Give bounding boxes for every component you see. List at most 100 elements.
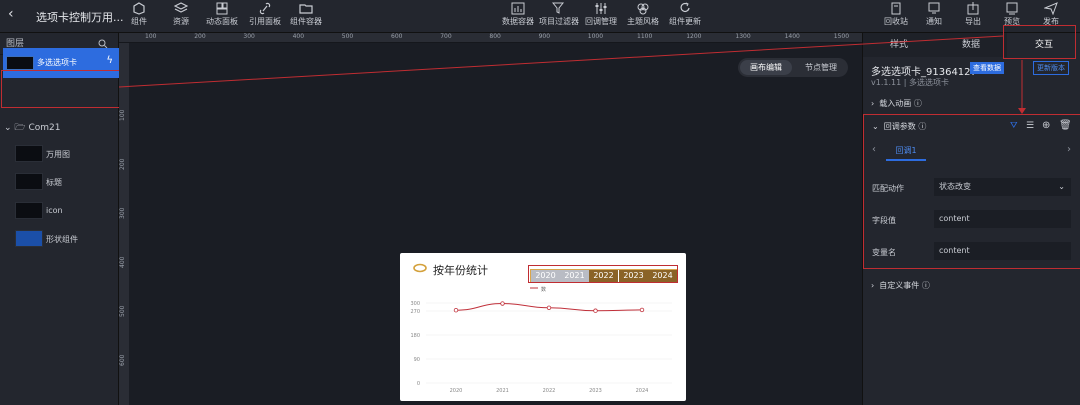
highlight-box [528,265,678,283]
ruler-tick-label: 400 [119,256,126,268]
layer-item[interactable]: 形状组件 [15,230,115,248]
tab-callback-1[interactable]: 回调1 [886,144,926,161]
ruler-tick-label: 1500 [833,33,850,40]
swirl-icon [413,263,427,273]
action-select[interactable]: 状态改变 ⌄ [934,178,1071,196]
toolbar-data-container-button[interactable]: 数据容器 [496,2,540,30]
help-icon[interactable]: ⓘ [922,281,930,290]
toolbar-callback-button[interactable]: 回调管理 [579,2,623,30]
section-label: 载入动画 [879,99,912,108]
chevron-down-icon: ⌄ [1058,182,1065,191]
add-icon[interactable]: ⊕ [1042,120,1050,131]
chevron-down-icon: ⌄ [872,122,879,131]
export-icon [967,2,979,15]
layer-item[interactable]: icon [15,202,115,220]
layer-item-label: icon [46,206,63,215]
y-tick-label: 300 [410,301,420,307]
app-title: 选项卡控制万用... [36,11,124,24]
canvas-edit-tab[interactable]: 画布编辑 [740,60,792,75]
component-icon [133,2,145,15]
data-point [593,308,598,313]
ruler-tick-label: 500 [119,305,126,317]
toolbar-resources-button[interactable]: 资源 [159,2,203,30]
layer-item-label: 形状组件 [46,235,78,244]
chevron-right-icon: › [871,99,875,108]
view-data-button[interactable]: 查看数据 [970,62,1004,74]
toolbar-notify-button[interactable]: 通知 [912,2,956,30]
list-icon[interactable]: ☰ [1026,121,1034,131]
ruler-tick-label: 1300 [735,33,751,40]
highlight-box [1,70,120,108]
preview-icon [1006,2,1018,15]
update-version-button[interactable]: 更新版本 [1033,61,1069,75]
callback-section-header[interactable]: ⌄ 回调参数 ⓘ [872,121,926,132]
toolbar-update-button[interactable]: 组件更新 [663,2,707,30]
chevron-right-icon[interactable]: › [1067,144,1071,155]
toolbar-dynamic-panel-button[interactable]: 动态面板 [200,2,244,30]
filter-icon [552,2,565,14]
variable-name-input[interactable]: content [934,242,1071,260]
select-value: 状态改变 [939,182,971,191]
data-point [546,305,552,310]
toolbar-theme-button[interactable]: 主题风格 [621,2,665,30]
trash-icon[interactable]: 🗑 [1059,120,1072,131]
custom-event-section[interactable]: › 自定义事件 ⓘ [871,280,930,291]
field-value-input[interactable]: content [934,210,1071,228]
ruler-tick-label: 300 [243,33,255,40]
help-icon[interactable]: ⓘ [918,122,926,131]
x-tick-label: 2024 [636,388,649,394]
back-arrow-icon[interactable]: ‹ [8,6,14,22]
trash-icon [891,2,901,15]
lightning-icon[interactable]: ϟ [106,55,113,66]
toolbar-filter-button[interactable]: 项目过滤器 [537,2,581,30]
widget-title: 按年份统计 [433,264,488,277]
toolbar-label: 引用面板 [249,17,281,26]
toolbar-ref-panel-button[interactable]: 引用面板 [243,2,287,30]
section-label: 回调参数 [883,122,916,131]
node-manage-tab[interactable]: 节点管理 [796,60,846,75]
toolbar-label: 主题风格 [627,17,659,26]
folder-icon [299,4,313,14]
chevron-left-icon[interactable]: ‹ [872,144,876,155]
x-tick-label: 2023 [589,388,602,394]
layer-thumbnail [15,173,43,190]
toolbar-component-container-button[interactable]: 数据容器 组件容器 [284,2,328,30]
toolbar-label: 动态面板 [206,17,238,26]
ruler-tick-label: 800 [489,33,501,40]
field-label: 字段值 [872,216,896,225]
y-tick-label: 0 [417,381,420,387]
chart-icon [511,2,525,15]
layer-thumbnail [15,230,43,247]
load-animation-section[interactable]: › 载入动画 ⓘ [871,98,922,109]
version-text: v1.1.11 | 多选选项卡 [871,78,949,87]
filter-icon[interactable]: ⛛ [1010,121,1018,131]
ruler-tick-label: 1400 [784,33,800,40]
layer-item-label: 标题 [46,178,62,187]
toolbar-components-button[interactable]: 组件 [117,2,161,30]
toolbar-label: 回调管理 [585,17,617,26]
tab-style[interactable]: 样式 [863,33,935,57]
toolbar-label: 组件 [131,17,147,26]
help-icon[interactable]: ⓘ [914,99,922,108]
layer-item[interactable]: 万用图 [15,145,115,163]
ruler-top: 100 200 300 400 500 600 700 800 900 1000 1100 1200 1… [119,33,862,43]
chevron-down-icon[interactable]: ⌄ [4,123,12,133]
callback-panel: ⌄ 回调参数 ⓘ ⛛ ☰ ⊕ 🗑 ‹ 回调1 › 匹配动作 状态改变 ⌄ 字段值… [863,114,1080,269]
layer-thumbnail [15,202,43,219]
ruler-tick-label: 700 [440,33,452,40]
ruler-tick-label: 300 [119,207,126,219]
ruler-tick-label: 100 [119,109,126,121]
tab-data[interactable]: 数据 [935,33,1007,57]
layer-group-com21[interactable]: ⌄ 🗁 Com21 [4,120,60,136]
ruler-tick-label: 600 [391,33,403,40]
folder-icon: 🗁 [14,123,26,133]
chevron-right-icon: › [871,281,875,290]
send-icon [1044,2,1058,15]
component-name: 多选选项卡_91364127 [871,67,977,78]
layer-item[interactable]: 标题 [15,173,115,191]
ruler-tick-label: 600 [119,354,126,366]
toolbar-label: 项目过滤器 [539,17,579,26]
data-point [500,301,505,306]
toolbar-export-button[interactable]: 导出 [951,2,995,30]
ruler-tick-label: 500 [341,33,354,40]
